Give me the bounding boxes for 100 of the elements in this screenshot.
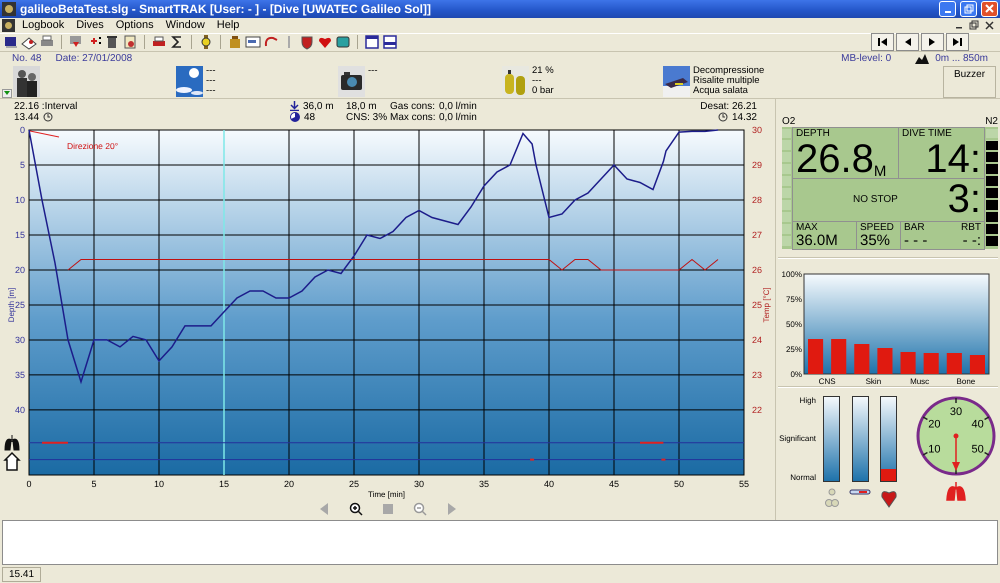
cns-count: 48	[304, 112, 316, 123]
desaturation-time: Desat: 26.21	[700, 100, 757, 112]
dive-number: No. 48	[12, 53, 42, 64]
mb-level: MB-level: 0	[841, 53, 892, 64]
axis-label: 75%	[786, 294, 802, 304]
lungs-icon	[4, 434, 20, 450]
book-icon[interactable]	[3, 34, 19, 50]
triangle-left-icon	[320, 502, 328, 515]
display-label: RBT	[961, 222, 981, 233]
card-icon[interactable]	[245, 34, 261, 50]
axis-label: Bone	[956, 376, 976, 386]
axis-label: 27	[752, 230, 762, 240]
minimize-icon	[944, 10, 950, 13]
first-button[interactable]	[871, 33, 894, 52]
n2-label: N2	[985, 116, 998, 127]
tissue-bar	[808, 338, 824, 374]
axis-label: 30	[414, 478, 424, 489]
max-depth: 36,0 m	[303, 100, 334, 112]
o2-label: O2	[782, 116, 796, 127]
skip-forward-icon	[953, 38, 962, 46]
speed-value: 35%	[860, 232, 892, 248]
axis-label: 0	[26, 478, 32, 489]
axis-label: 40	[14, 404, 25, 415]
axis-label: 25	[349, 478, 359, 489]
shield-icon[interactable]	[299, 34, 315, 50]
axis-title: Temp [°C]	[762, 287, 771, 322]
previous-button[interactable]	[896, 33, 919, 52]
axis-label: 55	[739, 478, 749, 489]
gas-label: Max cons:	[390, 112, 436, 123]
window-icon[interactable]	[382, 34, 398, 50]
caret-icon	[4, 91, 10, 96]
document-icon[interactable]	[122, 34, 138, 50]
gas-label: Gas cons:	[390, 100, 436, 112]
axis-label: 0%	[790, 370, 802, 379]
menu-item[interactable]: Dives	[71, 19, 109, 32]
close-icon	[985, 4, 994, 14]
tissue-bar	[900, 352, 916, 374]
restore-icon[interactable]	[969, 20, 979, 30]
square-icon	[382, 504, 392, 514]
triangle-right-icon	[448, 502, 456, 515]
menu-item[interactable]: Options	[110, 19, 159, 32]
scale-label: Significant	[779, 434, 816, 444]
summary-text: Risalite multiple	[693, 76, 760, 86]
menu-item[interactable]: Help	[212, 19, 244, 32]
status-time: 15.41	[2, 566, 42, 582]
trash-icon[interactable]	[104, 34, 120, 50]
summary-text: Decompressione	[693, 66, 764, 76]
dial-label: 40	[972, 418, 984, 430]
buzzer-panel: Buzzer	[943, 66, 996, 98]
axis-label: 10	[154, 478, 164, 489]
summary-text: Acqua salata	[693, 86, 748, 96]
no-stop-label: NO STOP	[853, 194, 898, 205]
window-title: galileoBetaTest.slg - SmartTRAK [User: - ] - [Dive [UWATEC Galileo Sol]]	[20, 2, 432, 16]
needle	[952, 433, 960, 471]
axis-label: 10	[14, 194, 25, 205]
axis-label: 40	[544, 478, 554, 489]
zoom-in-icon	[348, 502, 362, 516]
axis-label: 15	[219, 478, 229, 489]
summary-text: ---	[368, 66, 378, 76]
menu-item[interactable]: Logbook	[17, 19, 70, 32]
axis-label: 15	[14, 230, 25, 240]
last-button[interactable]	[946, 33, 969, 52]
interval-time: 13.44	[14, 112, 40, 123]
axis-title: Depth [m]	[7, 287, 16, 322]
axis-label: 25	[14, 300, 25, 310]
close-icon[interactable]	[985, 20, 994, 30]
summary-text: 21 %	[532, 66, 554, 76]
tissue-bar	[831, 338, 846, 374]
axis-label: Musc	[910, 376, 930, 386]
window-icon[interactable]	[364, 34, 380, 50]
app-icon	[2, 18, 15, 32]
zoom-in-button[interactable]	[348, 500, 364, 517]
summary-text: ---	[206, 86, 216, 96]
axis-label: 30	[14, 334, 25, 345]
zoom-out-button[interactable]	[412, 500, 428, 517]
axis-label: 30	[752, 124, 762, 135]
average-depth: 18,0 m	[346, 100, 377, 112]
minimize-button[interactable]	[939, 0, 956, 17]
summary-text: 0 bar	[532, 86, 554, 96]
screen-icon[interactable]	[335, 34, 351, 50]
close-button[interactable]	[981, 0, 998, 17]
pie-icon	[290, 112, 300, 122]
bag-icon[interactable]	[227, 34, 243, 50]
axis-label: 50%	[786, 320, 802, 329]
interval-text: 22.16 :Interval	[14, 100, 78, 112]
tissue-bar	[877, 348, 892, 374]
axis-label: 35	[14, 370, 25, 380]
tissue-bar	[854, 344, 870, 374]
axis-label: Skin	[866, 376, 882, 386]
house-icon	[3, 452, 21, 471]
menu-item[interactable]: Window	[160, 19, 210, 32]
max-depth-icon	[290, 101, 299, 112]
next-button[interactable]	[921, 33, 944, 52]
summary-text: ---	[206, 66, 216, 76]
axis-label: CNS	[818, 376, 836, 386]
clock-icon	[718, 112, 728, 122]
display-label: SPEED	[860, 222, 895, 233]
expand-button[interactable]	[2, 88, 12, 98]
restore-button[interactable]	[960, 0, 977, 17]
axis-label: 20	[284, 478, 294, 489]
